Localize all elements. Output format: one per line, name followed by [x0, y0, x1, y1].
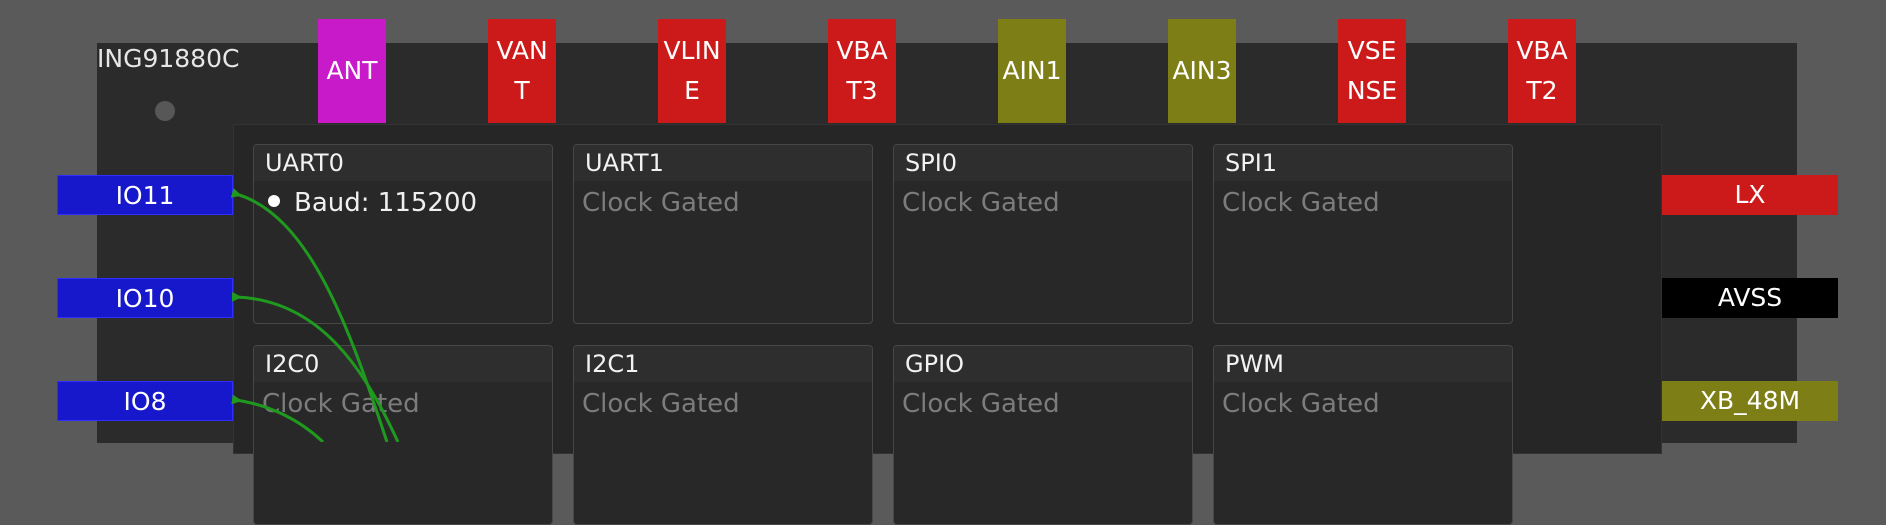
connection-wires — [230, 188, 400, 442]
wire-io10 — [231, 291, 400, 442]
wire-io8 — [231, 394, 325, 442]
